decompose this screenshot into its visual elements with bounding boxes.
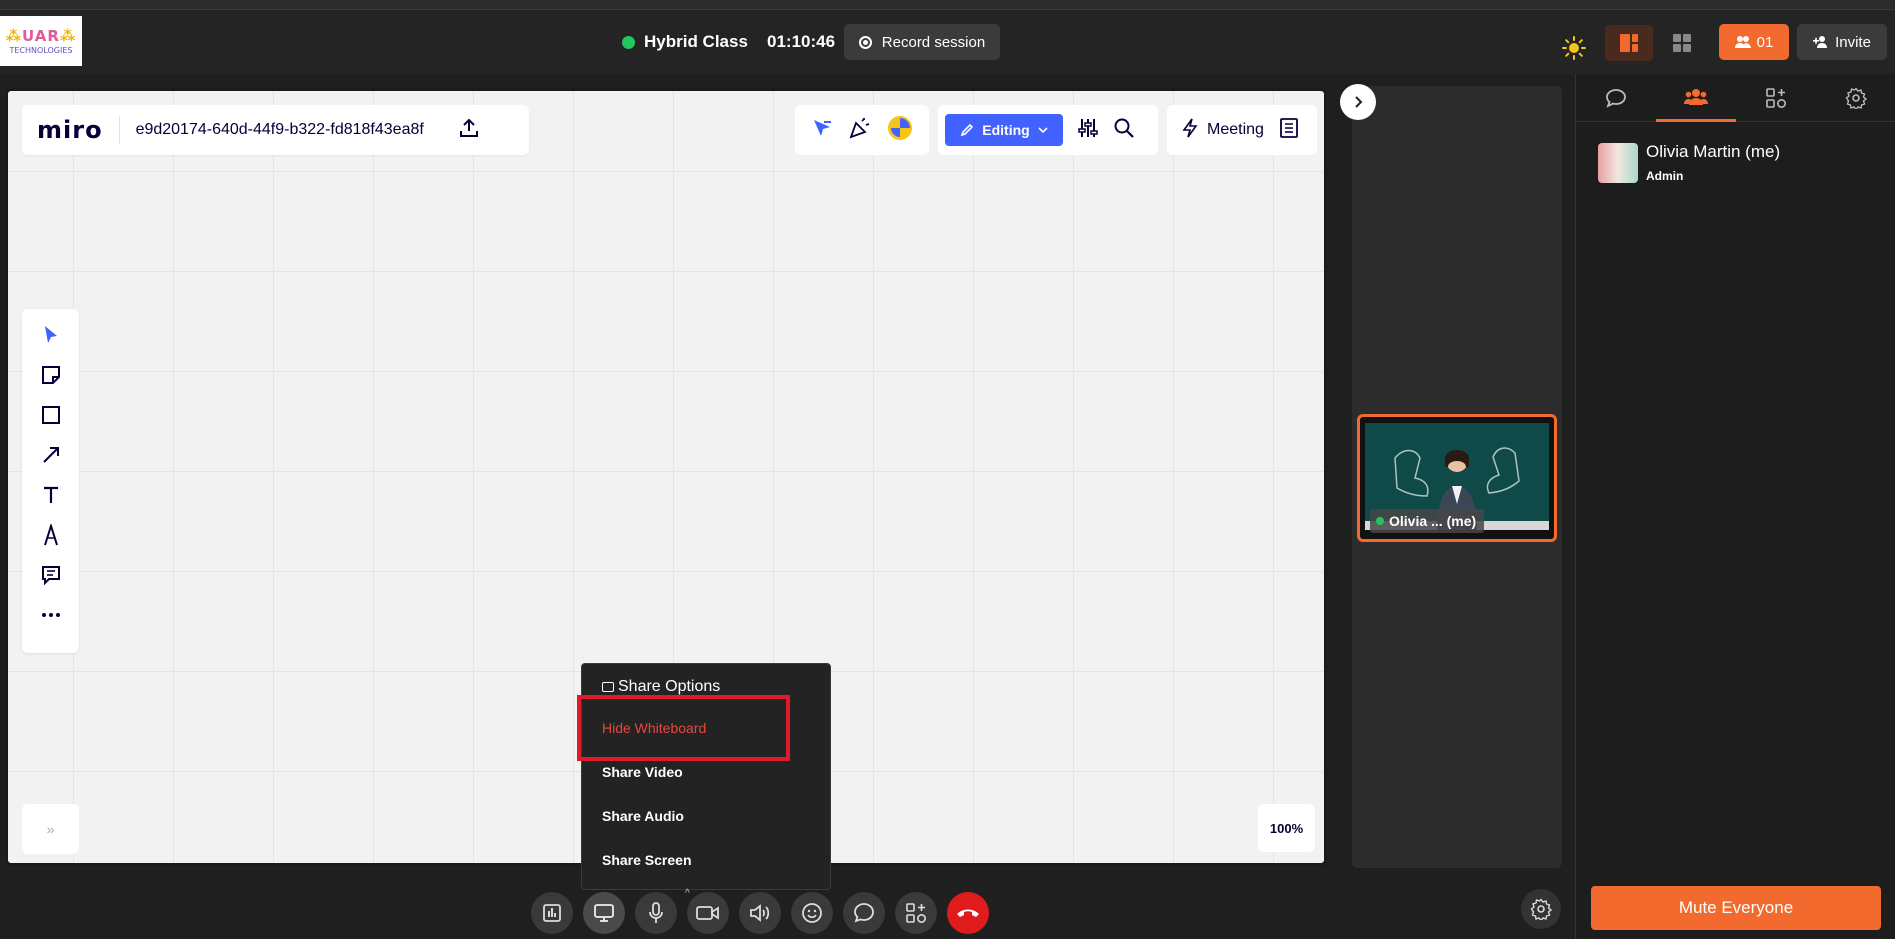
apps-icon[interactable] bbox=[1736, 74, 1816, 122]
device-settings-button[interactable] bbox=[1521, 889, 1561, 929]
settings-icon[interactable] bbox=[1816, 74, 1895, 122]
celebrate-icon[interactable] bbox=[848, 116, 872, 145]
meeting-label[interactable]: Meeting bbox=[1207, 121, 1264, 139]
miro-collab-tools bbox=[795, 105, 929, 155]
highlight-box bbox=[577, 695, 790, 761]
participant-name: Olivia Martin (me) bbox=[1646, 142, 1781, 161]
mute-everyone-button[interactable]: Mute Everyone bbox=[1591, 886, 1881, 930]
camera-button[interactable] bbox=[687, 892, 729, 934]
microphone-button[interactable] bbox=[635, 892, 677, 934]
chevron-right-icon bbox=[1355, 96, 1363, 108]
arrow-icon[interactable] bbox=[39, 442, 63, 468]
editing-mode-button[interactable]: Editing bbox=[945, 114, 1063, 146]
share-audio-option[interactable]: Share Audio bbox=[602, 808, 684, 824]
people-icon bbox=[1734, 36, 1751, 48]
reactions-button[interactable] bbox=[791, 892, 833, 934]
add-person-icon bbox=[1813, 36, 1828, 48]
camera-icon bbox=[696, 906, 719, 920]
session-timer: 01:10:46 bbox=[767, 32, 836, 51]
participant-role: Admin bbox=[1646, 169, 1684, 183]
notes-icon[interactable] bbox=[1280, 117, 1298, 143]
zoom-level[interactable]: 100% bbox=[1258, 804, 1315, 852]
collapse-strip-button[interactable] bbox=[1340, 84, 1376, 120]
invite-button[interactable]: Invite bbox=[1797, 24, 1887, 60]
company-logo: ⁂UAR⁂ TECHNOLOGIES bbox=[0, 16, 82, 66]
record-icon bbox=[858, 35, 872, 49]
screen-icon bbox=[602, 682, 614, 692]
microphone-icon bbox=[649, 902, 663, 923]
share-screen-option[interactable]: Share Screen bbox=[602, 852, 692, 868]
top-header: ⁂UAR⁂ TECHNOLOGIES Hybrid Class 01:10:46… bbox=[0, 10, 1895, 74]
gear-icon bbox=[1530, 898, 1552, 920]
online-status-dot bbox=[1376, 517, 1384, 525]
export-icon[interactable] bbox=[458, 117, 480, 144]
rectangle-icon[interactable] bbox=[39, 402, 63, 428]
video-tile[interactable]: Olivia ... (me) bbox=[1357, 414, 1557, 542]
hang-up-icon bbox=[957, 909, 979, 917]
share-options-title: Share Options bbox=[602, 678, 720, 696]
cursor-follow-icon[interactable] bbox=[811, 117, 833, 144]
timer-icon[interactable] bbox=[887, 115, 913, 146]
more-icon[interactable] bbox=[39, 602, 63, 628]
avatar bbox=[1598, 142, 1638, 183]
chat-bubble-icon bbox=[854, 903, 874, 923]
mic-options-caret-icon[interactable]: ^ bbox=[685, 888, 690, 899]
comment-icon[interactable] bbox=[39, 562, 63, 588]
text-icon[interactable] bbox=[39, 482, 63, 508]
screen-share-icon bbox=[594, 904, 614, 922]
share-button[interactable] bbox=[583, 892, 625, 934]
divider bbox=[118, 116, 120, 144]
participant-row[interactable]: Olivia Martin (me) Admin bbox=[1598, 142, 1780, 183]
participants-icon[interactable] bbox=[1656, 74, 1736, 122]
live-status-dot bbox=[622, 35, 635, 49]
theme-toggle-icon[interactable] bbox=[1562, 36, 1586, 65]
apps-button[interactable] bbox=[895, 892, 937, 934]
video-name-label: Olivia ... (me) bbox=[1370, 509, 1485, 533]
pen-icon[interactable] bbox=[39, 522, 63, 548]
poll-button[interactable] bbox=[531, 892, 573, 934]
miro-meeting-tools: Meeting bbox=[1167, 105, 1317, 155]
chat-button[interactable] bbox=[843, 892, 885, 934]
sticky-note-icon[interactable] bbox=[39, 362, 63, 388]
apps-grid-icon bbox=[906, 903, 927, 924]
right-side-panel: Olivia Martin (me) Admin Mute Everyone bbox=[1575, 74, 1895, 939]
bottom-control-bar bbox=[531, 892, 989, 934]
share-video-option[interactable]: Share Video bbox=[602, 764, 683, 780]
expand-panel-button[interactable]: » bbox=[22, 804, 79, 854]
panel-tabs bbox=[1576, 74, 1895, 122]
board-settings-icon[interactable] bbox=[1077, 117, 1099, 144]
lightning-icon[interactable] bbox=[1181, 118, 1199, 143]
speaker-icon bbox=[750, 904, 770, 922]
participants-count-button[interactable]: 01 bbox=[1719, 24, 1789, 60]
board-id: e9d20174-640d-44f9-b322-fd818f43ea8f bbox=[135, 121, 424, 138]
end-call-button[interactable] bbox=[947, 892, 989, 934]
pencil-icon bbox=[961, 123, 974, 137]
record-session-button[interactable]: Record session bbox=[844, 24, 1000, 60]
chat-icon[interactable] bbox=[1576, 74, 1656, 122]
miro-tool-palette bbox=[22, 309, 79, 653]
class-title: Hybrid Class bbox=[622, 32, 748, 52]
miro-logo: miro bbox=[37, 116, 103, 144]
grid-layout-button[interactable] bbox=[1664, 25, 1700, 61]
chevron-down-icon bbox=[1038, 127, 1048, 134]
miro-board-header: miro e9d20174-640d-44f9-b322-fd818f43ea8… bbox=[22, 105, 529, 155]
speaker-button[interactable] bbox=[739, 892, 781, 934]
poll-icon bbox=[543, 904, 561, 922]
miro-edit-tools: Editing bbox=[938, 105, 1158, 155]
search-icon[interactable] bbox=[1113, 117, 1135, 144]
select-icon[interactable] bbox=[39, 322, 63, 348]
window-top-strip bbox=[0, 0, 1895, 10]
emoji-icon bbox=[802, 903, 822, 923]
speaker-layout-button[interactable] bbox=[1605, 25, 1653, 61]
